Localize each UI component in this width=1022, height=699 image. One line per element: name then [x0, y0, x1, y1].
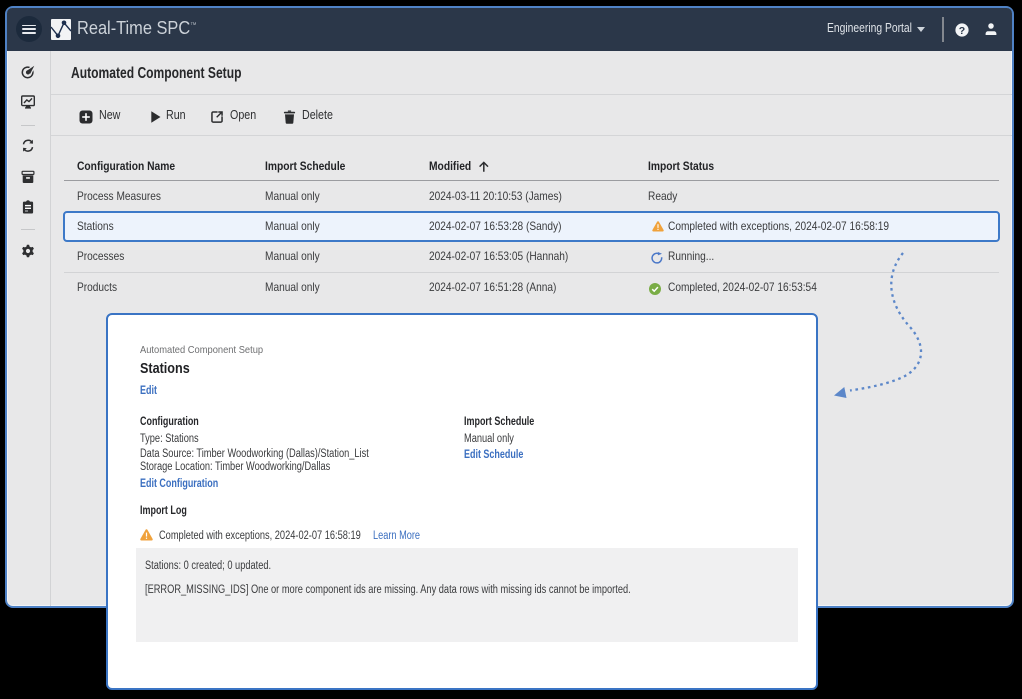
svg-text:?: ? [959, 25, 965, 37]
